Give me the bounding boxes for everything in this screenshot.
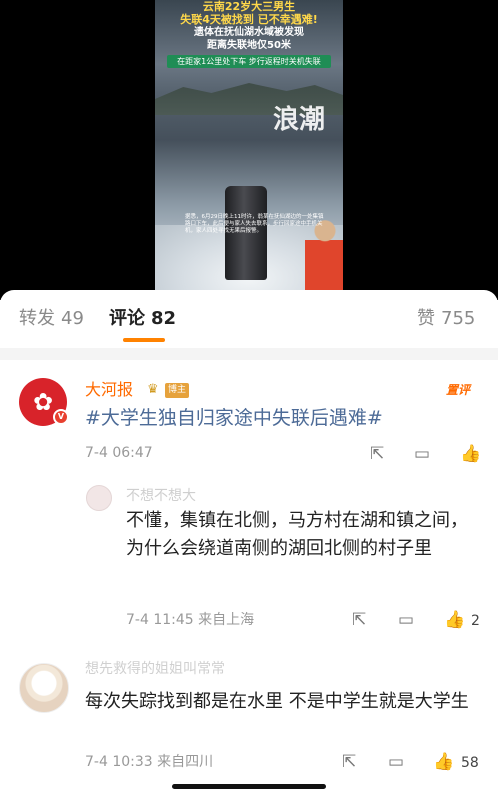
like-count: 58 [461,755,479,771]
reply-text: 每次失踪找到都是在水里 不是中学生就是大学生 [85,691,469,712]
tab-repost-label: 转发 [19,308,55,329]
home-indicator[interactable] [172,784,326,789]
video-caption: 据悉，6月29日晚上11时许，翁某在抚仙湖边的一处集镇路口下车，此后便与家人失去… [185,214,324,234]
tab-comment-label: 评论 [109,308,145,329]
comment-icon[interactable]: ▭ [388,753,404,771]
headline-line1: 云南22岁大三男生 [202,0,296,13]
tab-comment-count: 82 [151,308,177,329]
like-icon[interactable]: 👍 [433,753,454,771]
reply-time: 7-4 11:45 来自上海 [126,612,255,628]
headline-line4: 距离失联地仅50米 [207,40,291,51]
tab-like[interactable]: 赞 755 [417,308,475,330]
verified-badge-icon: V [53,409,69,425]
video-player[interactable]: 云南22岁大三男生 失联4天被找到 已不幸遇难! 遗体在抚仙湖水域被发现 距离失… [0,0,498,300]
avatar[interactable] [19,663,69,713]
avatar[interactable] [86,485,112,511]
section-divider [0,348,498,360]
top-comment-badge: 置评 [446,383,471,397]
video-headline: 云南22岁大三男生 失联4天被找到 已不幸遇难! 遗体在抚仙湖水域被发现 距离失… [155,0,343,52]
owner-badge: 博主 [165,383,190,398]
like-count: 2 [471,613,480,629]
tab-like-label: 赞 [417,308,435,329]
video-banner: 在距家1公里处下车 步行返程时关机失联 [167,55,331,68]
share-icon[interactable]: ⇱ [342,753,356,771]
tab-bar: 转发 49 评论 82 赞 755 [0,290,498,348]
tab-comment[interactable]: 评论 82 [109,308,176,330]
share-icon[interactable]: ⇱ [370,445,384,463]
headline-line3: 遗体在抚仙湖水域被发现 [194,27,304,38]
video-watermark: 浪潮 [273,105,326,135]
tab-like-count: 755 [441,308,476,329]
reply-time: 7-4 10:33 来自四川 [85,754,214,770]
crown-icon: ♛ [147,382,159,397]
comment-author[interactable]: 大河报 [85,380,133,400]
video-frame[interactable]: 云南22岁大三男生 失联4天被找到 已不幸遇难! 遗体在抚仙湖水域被发现 距离失… [155,0,343,292]
comment-icon[interactable]: ▭ [398,611,414,629]
comment-icon[interactable]: ▭ [414,445,430,463]
share-icon[interactable]: ⇱ [352,611,366,629]
headline-line2: 失联4天被找到 已不幸遇难! [180,13,318,26]
reply-author[interactable]: 想先救得的姐姐叫常常 [85,660,225,678]
tab-repost-count: 49 [61,308,84,329]
comment-sheet: 转发 49 评论 82 赞 755 ✿ V 大河报 ♛ 博主 置评 #大学生独自归家途… [0,290,498,800]
like-icon[interactable]: 👍 [444,611,465,629]
reply-text: 不懂，集镇在北侧，马方村在湖和镇之间，为什么会绕道南侧的湖回北侧的村子里 [126,510,468,559]
like-icon[interactable]: 👍 [460,445,481,463]
reply-author[interactable]: 不想不想大 [126,487,196,505]
active-tab-indicator [123,338,165,342]
topic-link[interactable]: #大学生独自归家途中失联后遇难# [85,405,383,431]
comment-time: 7-4 06:47 [85,445,153,461]
tab-repost[interactable]: 转发 49 [19,308,84,330]
